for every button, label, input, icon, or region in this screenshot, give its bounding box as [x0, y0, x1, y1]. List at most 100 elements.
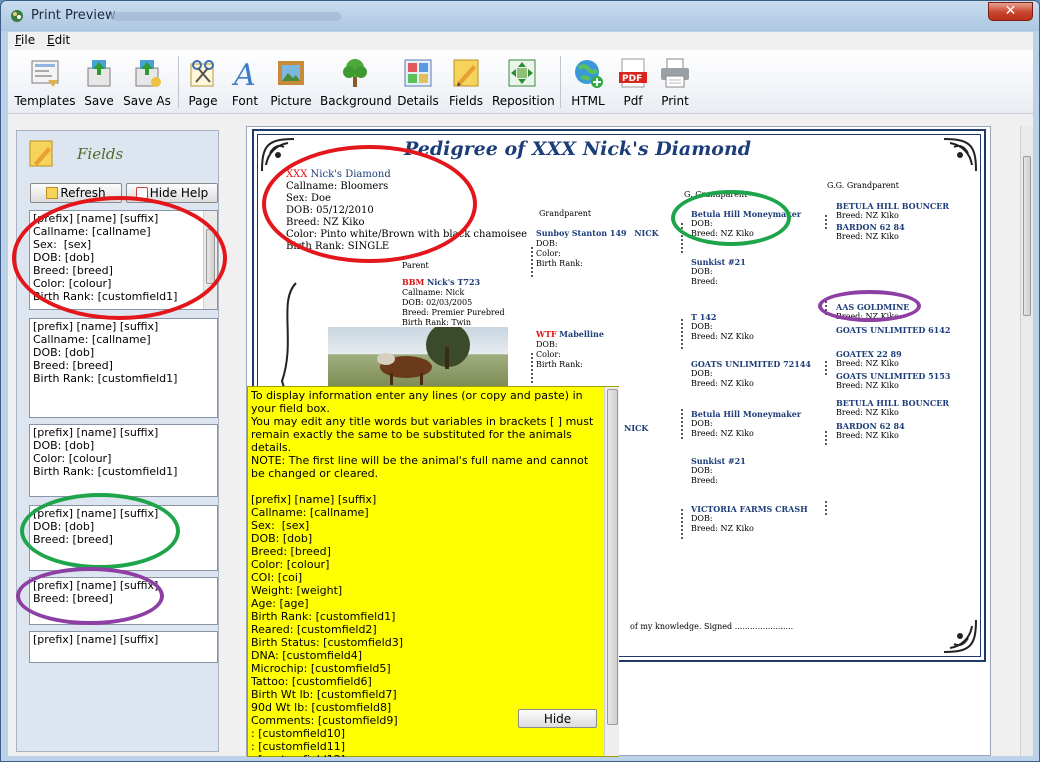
templates-button[interactable]: Templates [14, 53, 76, 111]
grandparent-line: Birth Rank: [536, 360, 583, 369]
sire-dob: DOB: 02/03/2005 [402, 298, 473, 307]
print-preview-area: Pedigree of XXX Nick's Diamond XXX Nick'… [246, 126, 991, 757]
pdf-button[interactable]: PDF Pdf [614, 53, 652, 111]
grandparent-name: Mabelline [559, 329, 604, 339]
gg-grandparent-name: GOATEX 22 89 [836, 349, 902, 359]
field-box-parent[interactable]: [prefix] [name] [suffix] Callname: [call… [29, 318, 218, 418]
gg-grandparent-line: Breed: NZ Kiko [836, 312, 899, 321]
reposition-label: Reposition [492, 94, 555, 108]
gg-grandparent-entry[interactable]: BETULA HILL BOUNCER Breed: NZ Kiko [836, 201, 949, 221]
g-grandparent-line: Breed: [691, 476, 718, 485]
g-grandparent-line: DOB: [691, 419, 713, 428]
g-grandparent-entry[interactable]: Sunkist #21 DOB: Breed: [691, 257, 746, 287]
gg-grandparent-entry[interactable]: BARDON 62 84 Breed: NZ Kiko [836, 421, 905, 441]
gg-grandparent-name: BARDON 62 84 [836, 421, 905, 431]
hide-button[interactable]: Hide [518, 709, 597, 728]
menu-edit[interactable]: Edit [47, 33, 70, 47]
gg-grandparent-entry[interactable]: GOATEX 22 89 Breed: NZ Kiko [836, 349, 902, 369]
refresh-button[interactable]: Refresh [30, 183, 122, 203]
g-grandparent-line: Breed: [691, 277, 718, 286]
subject-sex: Sex: Doe [286, 193, 331, 204]
client-area: Fields Refresh Hide Help [prefix] [name]… [8, 114, 1033, 757]
printer-icon [661, 58, 689, 88]
picture-icon [278, 61, 304, 85]
fields-button[interactable]: Fields [444, 53, 488, 111]
fields-note-icon [29, 140, 53, 167]
g-grandparent-line: DOB: [691, 322, 713, 331]
background-button[interactable]: Background [320, 53, 392, 111]
reposition-button[interactable]: Reposition [492, 53, 555, 111]
g-grandparent-entry[interactable]: Betula Hill Moneymaker DOB: Breed: NZ Kiko [691, 409, 801, 439]
tree-background-icon [343, 59, 367, 87]
g-grandparent-header: G. Grandparent [684, 190, 748, 199]
html-button[interactable]: HTML [566, 53, 610, 111]
scrollbar-thumb[interactable] [1023, 156, 1031, 316]
g-grandparent-line: Breed: NZ Kiko [691, 524, 754, 533]
subject-color: Color: Pinto white/Brown with black cham… [286, 229, 528, 240]
grandparent-entry-2[interactable]: WTF Mabelline DOB: Color: Birth Rank: [536, 329, 604, 370]
g-grandparent-entry[interactable]: VICTORIA FARMS CRASH DOB: Breed: NZ Kiko [691, 504, 808, 534]
g-grandparent-entry[interactable]: Sunkist #21 DOB: Breed: [691, 456, 746, 486]
picture-button[interactable]: Picture [268, 53, 314, 111]
g-grandparent-name: Sunkist #21 [691, 257, 746, 267]
gg-grandparent-entry[interactable]: BARDON 62 84 Breed: NZ Kiko [836, 222, 905, 242]
scrollbar-thumb[interactable] [206, 229, 215, 284]
g-grandparent-name: GOATS UNLIMITED 72144 [691, 359, 811, 369]
grandparent-entry-1[interactable]: Sunboy Stanton 149 NICK DOB: Color: Birt… [536, 228, 659, 269]
field-box-grandparent[interactable]: [prefix] [name] [suffix] DOB: [dob] Colo… [29, 424, 218, 497]
menu-bar: File Edit [8, 32, 1033, 50]
sire-breed: Breed: Premier Purebred [402, 308, 505, 317]
animal-photo [328, 327, 508, 387]
close-button[interactable]: ✕ [988, 2, 1033, 21]
subject-prefix: XXX [286, 169, 308, 180]
g-grandparent-entry[interactable]: T 142 DOB: Breed: NZ Kiko [691, 312, 754, 342]
page-button[interactable]: Page [184, 53, 222, 111]
gg-grandparent-entry[interactable]: GOATS UNLIMITED 6142 [836, 325, 950, 335]
g-grandparent-line: DOB: [691, 219, 713, 228]
bracket-connector-icon [825, 215, 827, 515]
gg-grandparent-line: Breed: NZ Kiko [836, 211, 899, 220]
help-text: To display information enter any lines (… [251, 389, 594, 757]
gg-grandparent-name: GOATS UNLIMITED 5153 [836, 371, 951, 381]
field-box-footer[interactable]: [prefix] [name] [suffix] [29, 631, 218, 663]
pedigree-title: Pedigree of XXX Nick's Diamond [404, 138, 752, 160]
preview-scrollbar[interactable] [1020, 126, 1033, 756]
gg-grandparent-entry[interactable]: GOATS UNLIMITED 5153 Breed: NZ Kiko [836, 371, 950, 391]
grandparent-entry-3[interactable]: NICK [624, 423, 648, 434]
g-grandparent-name: Betula Hill Moneymaker [691, 409, 802, 419]
pdf-label: Pdf [623, 94, 643, 108]
page-label: Page [188, 94, 218, 108]
hide-help-label: Hide Help [149, 186, 209, 200]
gg-grandparent-entry[interactable]: BETULA HILL BOUNCER Breed: NZ Kiko [836, 398, 949, 418]
subject-animal[interactable]: XXX Nick's Diamond Callname: Bloomers Se… [286, 169, 527, 253]
scrollbar-thumb[interactable] [607, 389, 618, 725]
grandparent-suffix: NICK [624, 423, 649, 433]
field-box-g-grandparent[interactable]: [prefix] [name] [suffix] DOB: [dob] Bree… [29, 505, 218, 571]
hide-help-button[interactable]: Hide Help [126, 183, 218, 203]
details-grid-icon [404, 59, 432, 87]
field-box-scrollbar[interactable] [203, 211, 217, 309]
field-box-gg-grandparent[interactable]: [prefix] [name] [suffix] Breed: [breed] [29, 577, 218, 625]
gg-grandparent-entry[interactable]: AAS GOLDMINE Breed: NZ Kiko [836, 302, 909, 322]
html-label: HTML [571, 94, 605, 108]
title-bar[interactable]: Print Preview ✕ [1, 1, 1039, 31]
toolbar-separator [178, 56, 179, 108]
font-button[interactable]: A Font [226, 53, 264, 111]
menu-file[interactable]: File [15, 33, 35, 47]
save-as-button[interactable]: Save As [122, 53, 172, 111]
print-button[interactable]: Print [656, 53, 694, 111]
save-button[interactable]: Save [80, 53, 118, 111]
g-grandparent-entry[interactable]: GOATS UNLIMITED 72144 DOB: Breed: NZ Kiko [691, 359, 811, 389]
details-button[interactable]: Details [396, 53, 440, 111]
g-grandparent-line: Breed: NZ Kiko [691, 379, 754, 388]
help-scrollbar[interactable] [604, 387, 619, 756]
fields-panel-title: Fields [77, 145, 124, 163]
grandparent-line: Birth Rank: [536, 259, 583, 268]
grandparent-suffix: NICK [634, 228, 659, 238]
print-label: Print [661, 94, 689, 108]
g-grandparent-entry[interactable]: Betula Hill Moneymaker DOB: Breed: NZ Kiko [691, 209, 801, 239]
gg-grandparent-name: GOATS UNLIMITED 6142 [836, 325, 951, 335]
sire-entry[interactable]: BBM Nick's T723 Callname: Nick DOB: 02/0… [402, 277, 505, 328]
g-grandparent-line: DOB: [691, 369, 713, 378]
field-box-subject[interactable]: [prefix] [name] [suffix] Callname: [call… [29, 210, 218, 310]
